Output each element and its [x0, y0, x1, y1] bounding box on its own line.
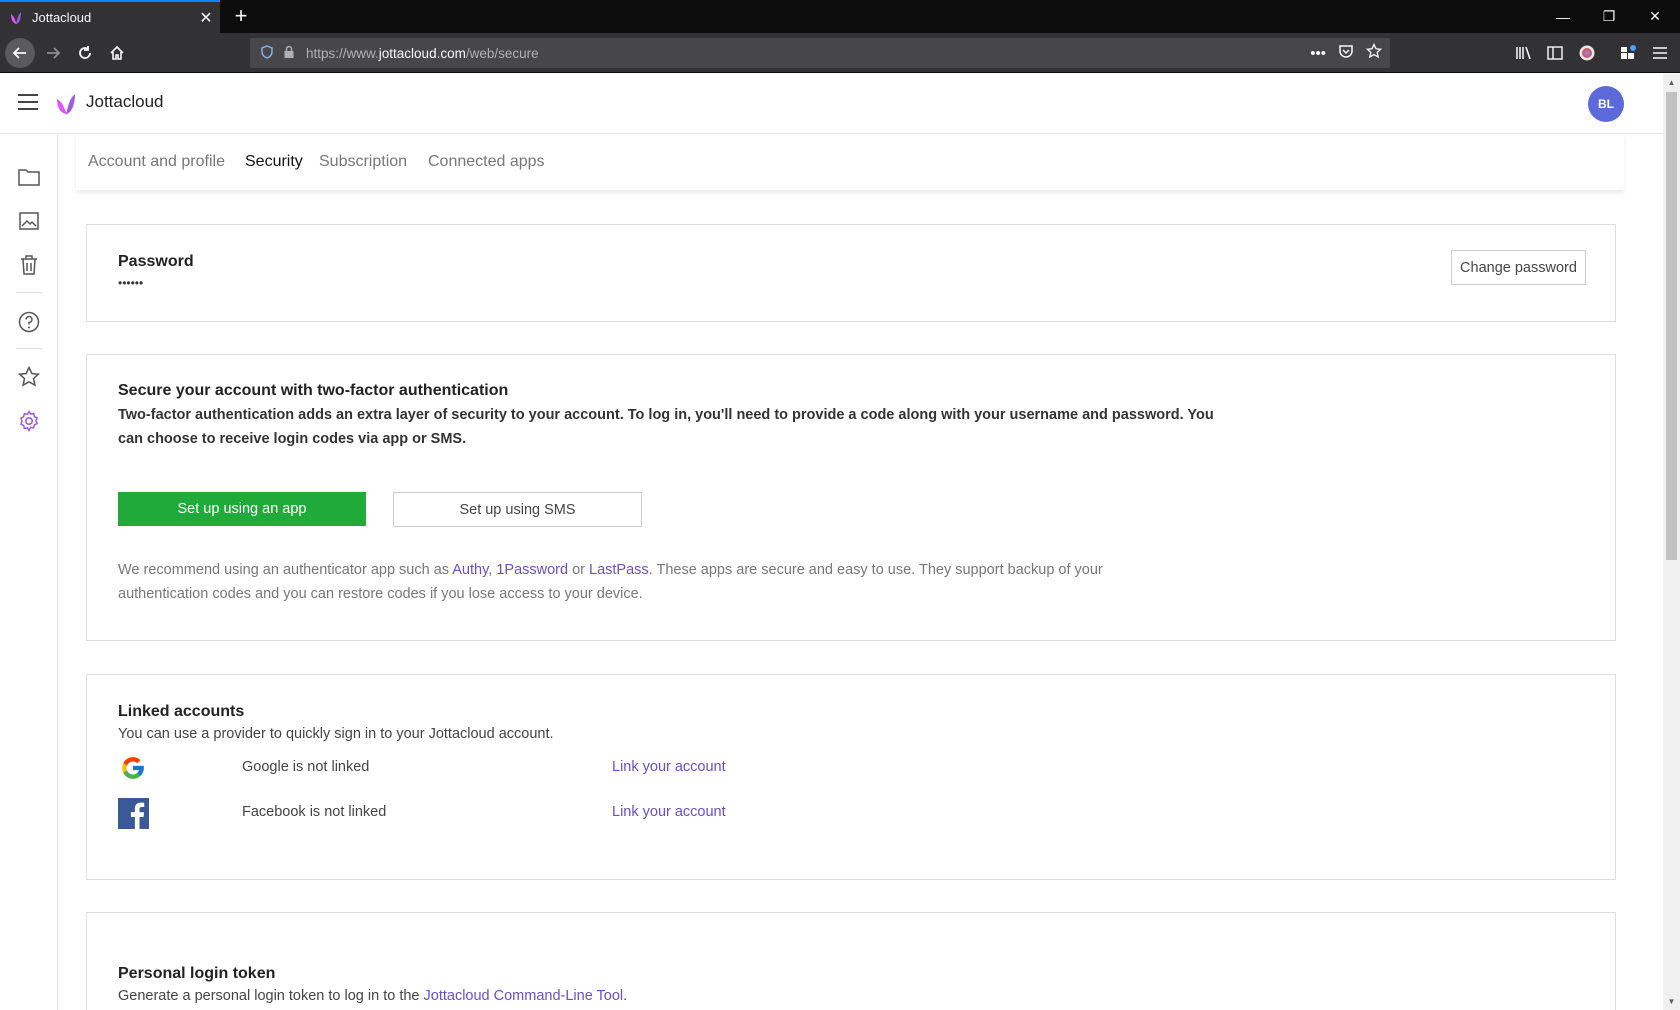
browser-tab-strip: Jottacloud ✕ + — ❐ ✕ [0, 0, 1680, 33]
google-link-status: Google is not linked [242, 759, 370, 775]
shield-icon[interactable] [256, 44, 278, 62]
browser-tab[interactable]: Jottacloud ✕ [0, 0, 220, 33]
facebook-link-account[interactable]: Link your account [612, 804, 726, 820]
1password-link[interactable]: 1Password [496, 562, 568, 578]
arrow-left-icon [12, 47, 26, 59]
forward-button[interactable] [38, 38, 68, 68]
photos-icon[interactable] [16, 208, 42, 234]
menu-icon[interactable] [1646, 38, 1674, 68]
library-icon[interactable] [1510, 38, 1538, 68]
tab-security[interactable]: Security [245, 134, 303, 190]
folder-icon[interactable] [16, 164, 42, 190]
personal-token-card: Personal login token Generate a personal… [86, 912, 1616, 1010]
google-icon [122, 757, 144, 779]
setup-app-button[interactable]: Set up using an app [118, 492, 366, 526]
app-sidebar [0, 134, 58, 1010]
help-icon[interactable] [16, 309, 42, 335]
authy-link[interactable]: Authy [452, 562, 488, 578]
scrollbar-thumb[interactable] [1666, 92, 1677, 560]
scroll-up-icon[interactable]: ▲ [1663, 74, 1680, 91]
sidebar-divider [16, 348, 42, 349]
browser-tab-title: Jottacloud [32, 10, 92, 25]
two-factor-title: Secure your account with two-factor auth… [118, 382, 509, 399]
url-bar[interactable]: https://www.jottacloud.com/web/secure ••… [250, 38, 1390, 68]
back-button[interactable] [5, 38, 35, 68]
account-icon[interactable] [1573, 38, 1601, 68]
minimize-button[interactable]: — [1540, 0, 1586, 33]
home-icon [110, 45, 124, 60]
reload-icon [79, 46, 91, 59]
linked-accounts-subtitle: You can use a provider to quickly sign i… [118, 726, 554, 742]
sidebar-divider [16, 292, 42, 293]
facebook-link-status: Facebook is not linked [242, 804, 387, 820]
page-scrollbar[interactable]: ▲ ▼ [1663, 74, 1680, 1010]
app-header: Jottacloud BL [0, 74, 1663, 134]
settings-gear-icon[interactable] [16, 408, 42, 434]
cli-tool-link[interactable]: Jottacloud Command-Line Tool [424, 988, 624, 1004]
two-factor-description: Two-factor authentication adds an extra … [118, 407, 1214, 447]
password-masked: •••••• [118, 276, 144, 290]
restore-button[interactable]: ❐ [1586, 0, 1632, 33]
sidebar-toggle-icon[interactable] [1541, 38, 1569, 68]
tab-account-and-profile[interactable]: Account and profile [88, 134, 225, 190]
trash-icon[interactable] [16, 252, 42, 278]
setup-sms-button[interactable]: Set up using SMS [393, 492, 642, 527]
window-close-button[interactable]: ✕ [1632, 0, 1678, 33]
reload-button[interactable] [70, 38, 100, 68]
lastpass-link[interactable]: LastPass [589, 562, 649, 578]
home-button[interactable] [102, 38, 132, 68]
tab-subscription[interactable]: Subscription [319, 134, 407, 190]
two-factor-card: Secure your account with two-factor auth… [86, 354, 1616, 641]
google-link-account[interactable]: Link your account [612, 759, 726, 775]
linked-accounts-card: Linked accounts You can use a provider t… [86, 674, 1616, 880]
password-title: Password [118, 253, 194, 270]
password-card: Password •••••• Change password [86, 224, 1616, 322]
star-icon[interactable] [16, 364, 42, 390]
jottacloud-logo-icon[interactable] [54, 92, 78, 116]
scroll-down-icon[interactable]: ▼ [1663, 993, 1680, 1010]
change-password-button[interactable]: Change password [1451, 250, 1586, 285]
pocket-icon[interactable] [1338, 43, 1354, 63]
page-actions-icon[interactable]: ••• [1310, 45, 1326, 62]
new-tab-button[interactable]: + [228, 4, 254, 28]
extensions-icon[interactable] [1614, 38, 1642, 68]
web-page: Jottacloud BL Account and profile Securi… [0, 74, 1663, 1010]
lock-icon[interactable] [278, 45, 300, 62]
personal-token-title: Personal login token [118, 965, 276, 982]
close-tab-icon[interactable]: ✕ [192, 8, 220, 28]
facebook-icon [118, 798, 149, 829]
personal-token-description: Generate a personal login token to log i… [118, 988, 628, 1004]
jottacloud-favicon-icon [11, 11, 21, 24]
bookmark-star-icon[interactable] [1365, 42, 1383, 63]
tab-connected-apps[interactable]: Connected apps [428, 134, 545, 190]
authenticator-recommendation: We recommend using an authenticator app … [118, 562, 1103, 602]
brand-name[interactable]: Jottacloud [86, 92, 164, 112]
browser-toolbar: https://www.jottacloud.com/web/secure ••… [0, 33, 1680, 73]
avatar[interactable]: BL [1588, 86, 1624, 122]
arrow-right-icon [47, 47, 61, 59]
settings-tabs: Account and profile Security Subscriptio… [76, 134, 1624, 190]
hamburger-menu-icon[interactable] [18, 94, 38, 110]
linked-accounts-title: Linked accounts [118, 703, 245, 720]
url-text[interactable]: https://www.jottacloud.com/web/secure [306, 46, 539, 61]
